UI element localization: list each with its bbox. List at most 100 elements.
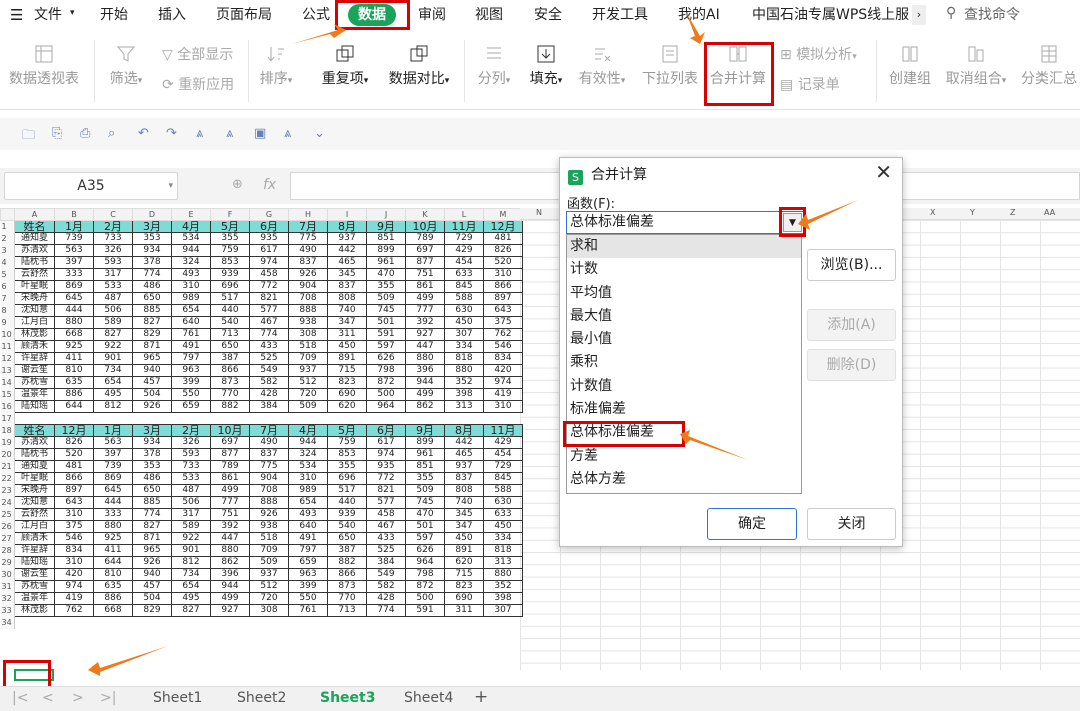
cell[interactable]: 苏清欢 [14, 436, 55, 449]
cell[interactable]: 597 [366, 340, 406, 353]
cell[interactable]: 333 [93, 508, 133, 521]
cell[interactable]: 叶星眠 [14, 280, 55, 293]
cell[interactable]: 499 [405, 292, 445, 305]
cell[interactable]: 733 [171, 460, 211, 473]
cell[interactable]: 通知夏 [14, 460, 55, 473]
header-cell[interactable]: 6月 [366, 424, 406, 437]
cell[interactable]: 812 [171, 556, 211, 569]
cell[interactable]: 490 [249, 436, 289, 449]
row-number[interactable]: 13 [0, 364, 15, 377]
cell[interactable]: 810 [93, 568, 133, 581]
cell[interactable]: 774 [249, 328, 289, 341]
cell[interactable]: 499 [210, 592, 250, 605]
redo-icon[interactable]: ↷ [166, 126, 177, 141]
cell[interactable]: 872 [366, 376, 406, 389]
cell[interactable]: 940 [132, 568, 172, 581]
header-cell[interactable]: 8月 [327, 220, 367, 233]
cell[interactable]: 939 [210, 268, 250, 281]
cell[interactable]: 922 [93, 340, 133, 353]
cell[interactable]: 392 [210, 520, 250, 533]
header-cell[interactable]: 7月 [288, 220, 328, 233]
cell[interactable]: 690 [327, 388, 367, 401]
cell[interactable]: 525 [366, 544, 406, 557]
cell[interactable]: 964 [405, 556, 445, 569]
header-cell[interactable]: 5月 [210, 220, 250, 233]
header-cell[interactable]: 姓名 [14, 220, 55, 233]
col-header[interactable]: C [93, 208, 133, 221]
cell[interactable]: 310 [483, 400, 523, 413]
row-number[interactable]: 34 [0, 616, 15, 629]
cell[interactable]: 871 [132, 340, 172, 353]
cell[interactable]: 谢云笙 [14, 364, 55, 377]
cell[interactable]: 352 [483, 580, 523, 593]
row-number[interactable]: 28 [0, 544, 15, 557]
cell[interactable]: 740 [444, 496, 484, 509]
cell[interactable]: 沈知意 [14, 496, 55, 509]
cell[interactable]: 808 [327, 292, 367, 305]
row-number[interactable]: 7 [0, 292, 15, 305]
cell[interactable]: 许星辞 [14, 544, 55, 557]
chevron-down-icon[interactable]: ▼ [783, 213, 802, 232]
menu-formula[interactable]: 公式 [302, 0, 330, 30]
cell[interactable]: 420 [483, 364, 523, 377]
cell[interactable]: 709 [249, 544, 289, 557]
row-number[interactable]: 21 [0, 460, 15, 473]
cell[interactable]: 633 [444, 268, 484, 281]
cell[interactable]: 481 [54, 460, 94, 473]
cell[interactable]: 869 [93, 472, 133, 485]
cell[interactable]: 834 [54, 544, 94, 557]
cell[interactable]: 509 [249, 556, 289, 569]
cell[interactable]: 643 [483, 304, 523, 317]
cell[interactable]: 353 [132, 232, 172, 245]
cell[interactable]: 355 [210, 232, 250, 245]
cell[interactable]: 487 [93, 292, 133, 305]
row-number[interactable]: 14 [0, 376, 15, 389]
cell[interactable]: 334 [483, 532, 523, 545]
selected-cell[interactable] [14, 669, 54, 681]
header-cell[interactable]: 12月 [54, 424, 94, 437]
cell[interactable]: 504 [132, 388, 172, 401]
cell[interactable]: 944 [405, 376, 445, 389]
cell[interactable]: 457 [132, 580, 172, 593]
cell[interactable]: 491 [171, 340, 211, 353]
record-button[interactable]: ▤ 记录单 [780, 74, 840, 94]
function-option[interactable]: 计数 [567, 258, 801, 281]
cell[interactable]: 654 [171, 580, 211, 593]
cell[interactable]: 837 [444, 472, 484, 485]
cell[interactable]: 534 [288, 460, 328, 473]
pivot-table-button[interactable]: 数据透视表 [6, 44, 82, 88]
header-cell[interactable]: 10月 [210, 424, 250, 437]
cell[interactable]: 862 [210, 556, 250, 569]
cell[interactable]: 442 [327, 244, 367, 257]
cell[interactable]: 944 [171, 244, 211, 257]
cell[interactable]: 345 [444, 508, 484, 521]
row-number[interactable]: 22 [0, 472, 15, 485]
header-cell[interactable]: 6月 [249, 220, 289, 233]
ungroup-button[interactable]: 取消组合▾ [942, 44, 1010, 88]
cell[interactable]: 643 [54, 496, 94, 509]
header-cell[interactable]: 4月 [171, 220, 211, 233]
cell[interactable]: 926 [132, 400, 172, 413]
header-cell[interactable]: 7月 [249, 424, 289, 437]
cell[interactable]: 549 [249, 364, 289, 377]
cell[interactable]: 739 [54, 232, 94, 245]
cell[interactable]: 974 [366, 448, 406, 461]
cell[interactable]: 751 [405, 268, 445, 281]
menu-wps-online[interactable]: 中国石油专属WPS线上服 [752, 0, 909, 30]
cell[interactable]: 965 [132, 544, 172, 557]
cell[interactable]: 450 [444, 316, 484, 329]
cell[interactable]: 顾清禾 [14, 340, 55, 353]
cell[interactable]: 659 [171, 400, 211, 413]
col-aa[interactable]: AA [1044, 208, 1055, 217]
simulate-button[interactable]: ⊞ 模拟分析▾ [780, 44, 857, 64]
cell[interactable]: 云舒然 [14, 508, 55, 521]
cell[interactable]: 885 [132, 496, 172, 509]
cell[interactable]: 650 [132, 484, 172, 497]
cell[interactable]: 829 [132, 604, 172, 617]
cell[interactable]: 904 [288, 280, 328, 293]
cell[interactable]: 640 [288, 520, 328, 533]
cell[interactable]: 311 [327, 328, 367, 341]
prev-sheet-icon[interactable]: < [42, 690, 54, 706]
cell[interactable]: 458 [366, 508, 406, 521]
cell[interactable]: 845 [483, 472, 523, 485]
